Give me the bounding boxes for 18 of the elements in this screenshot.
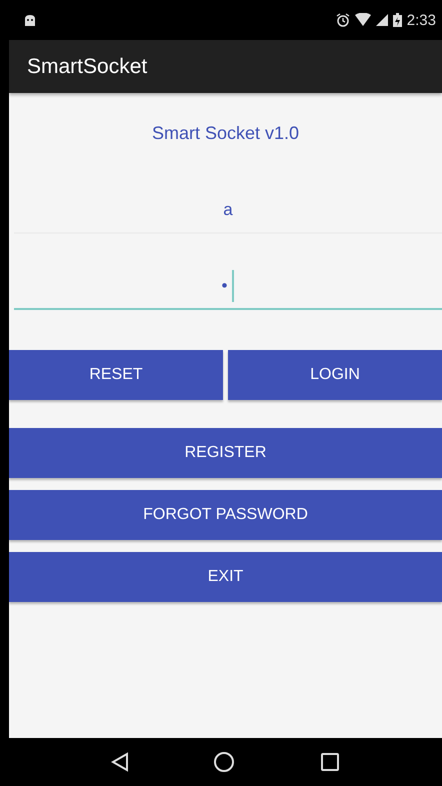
action-button[interactable]: LOGIN (228, 350, 442, 400)
app-heading: Smart Socket v1.0 (152, 123, 300, 144)
clock-time: 2:33 (406, 12, 436, 28)
recents-icon[interactable] (320, 752, 340, 772)
wifi-icon (354, 13, 371, 27)
alarm-icon (336, 13, 350, 27)
action-button[interactable]: RESET (9, 350, 223, 400)
action-button[interactable]: FORGOT PASSWORD (9, 490, 442, 540)
home-icon[interactable] (213, 751, 236, 773)
password-field[interactable]: • (14, 264, 442, 310)
back-icon[interactable] (111, 752, 130, 772)
username-field[interactable]: a (14, 188, 442, 234)
app-title: SmartSocket (27, 54, 148, 78)
action-button[interactable]: EXIT (9, 552, 442, 602)
action-button[interactable]: REGISTER (9, 428, 442, 478)
android-icon (23, 14, 37, 26)
signal-icon (376, 14, 388, 26)
battery-icon (392, 13, 402, 27)
